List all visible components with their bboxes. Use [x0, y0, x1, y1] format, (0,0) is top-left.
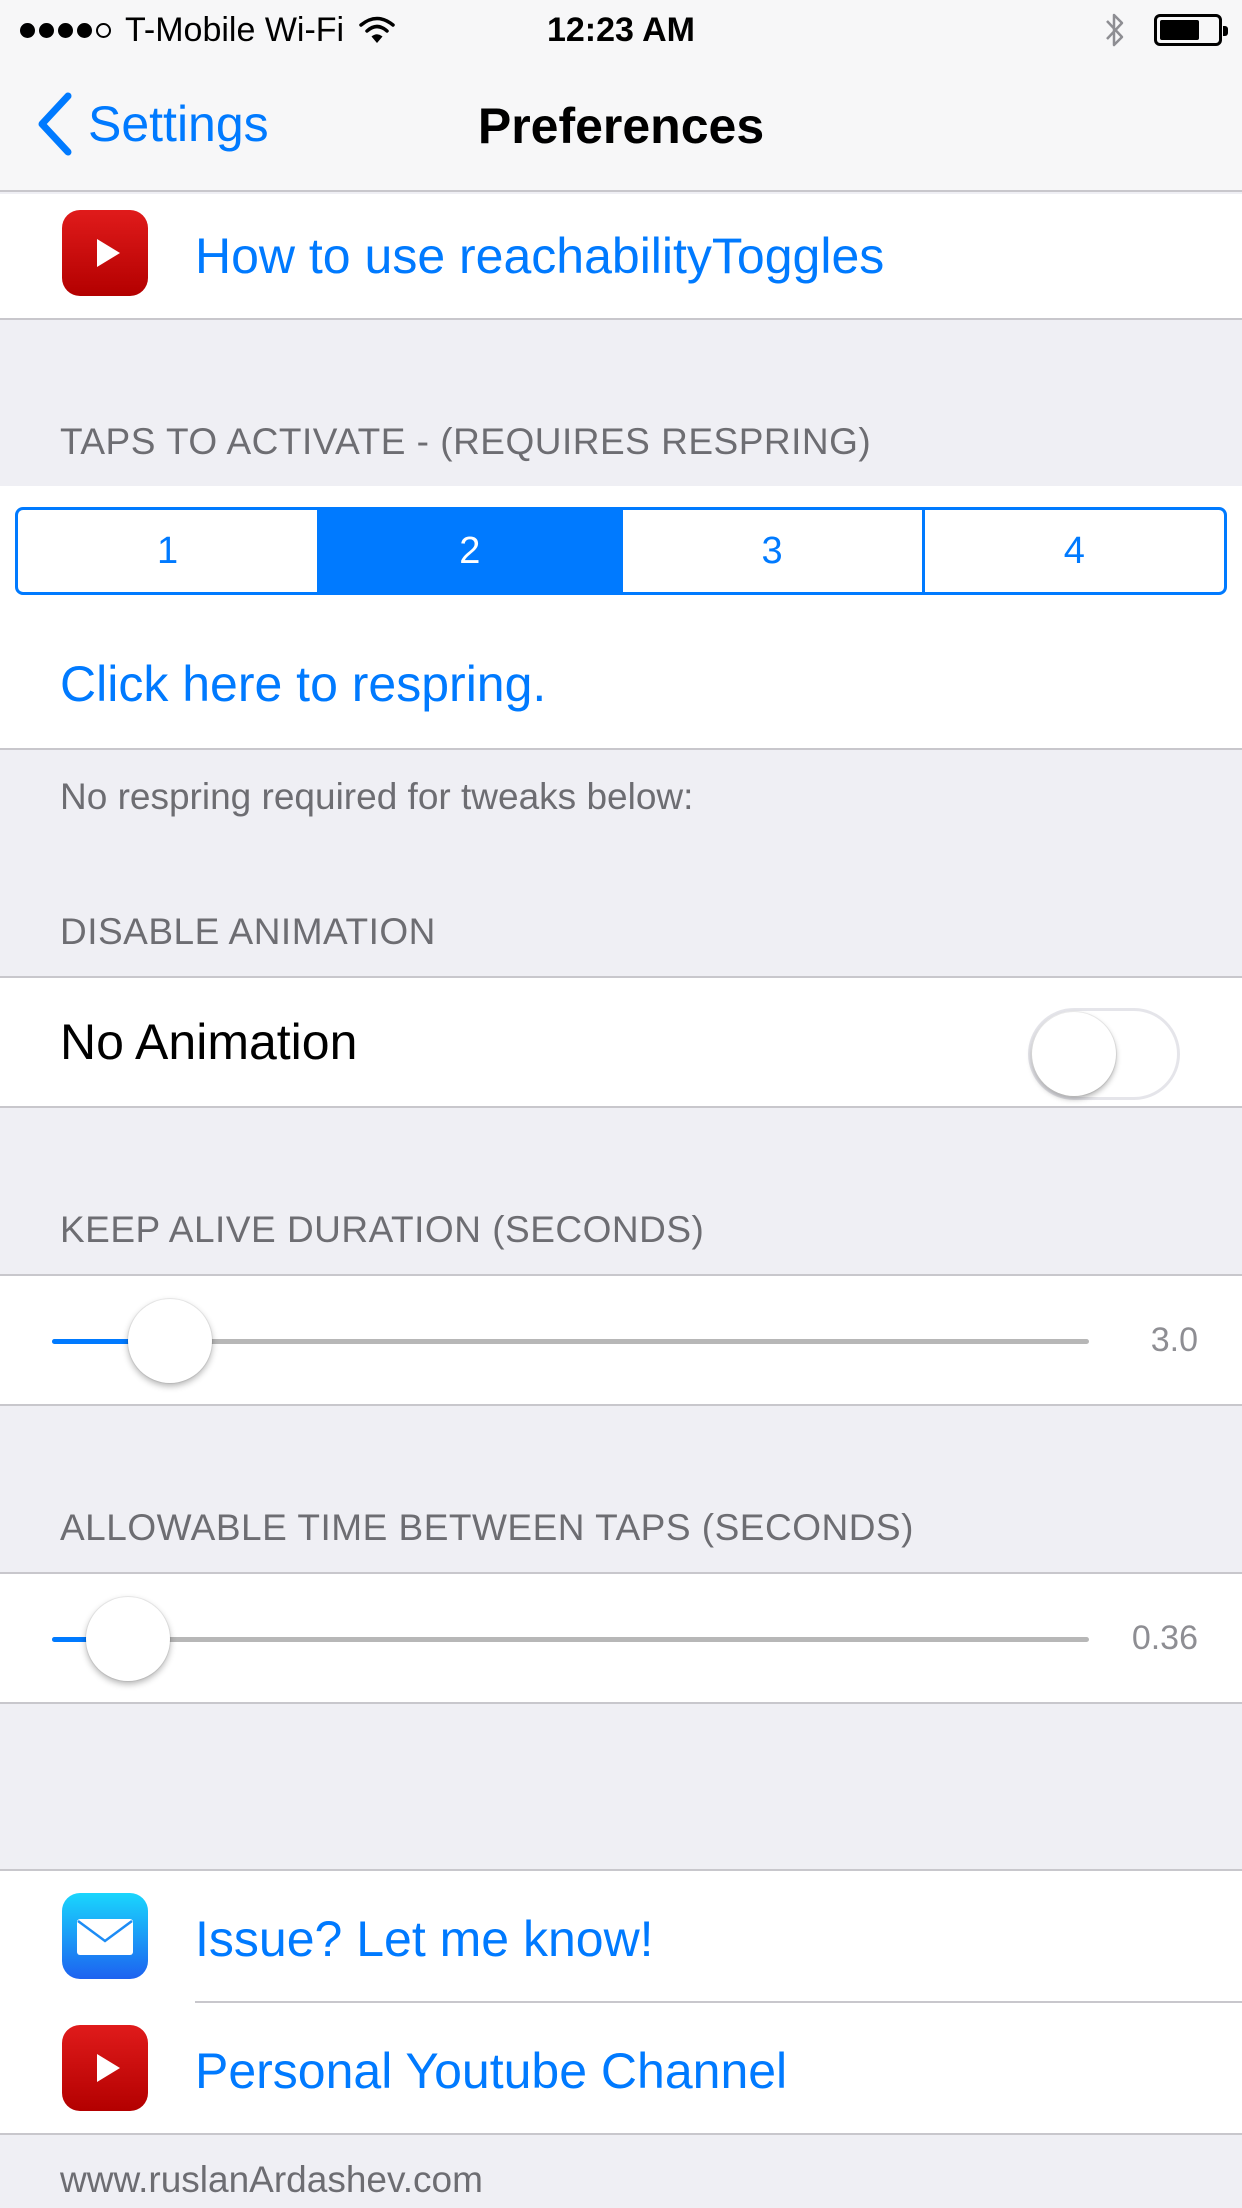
tap-interval-cell: 0.36: [0, 1572, 1242, 1704]
tap-interval-value: 0.36: [1131, 1619, 1198, 1657]
no-animation-label: No Animation: [60, 1014, 358, 1070]
issue-cell[interactable]: Issue? Let me know!: [0, 1871, 1242, 2003]
how-to-use-link: How to use reachabilityToggles: [195, 228, 885, 284]
keep-alive-slider[interactable]: [52, 1298, 1089, 1384]
preferences-screen: T-Mobile Wi-Fi 12:23 AM Settings Prefere…: [0, 0, 1242, 2208]
links-group: Issue? Let me know! Personal Youtube Cha…: [0, 1869, 1242, 2135]
youtube-channel-link: Personal Youtube Channel: [195, 2043, 788, 2099]
page-title: Preferences: [477, 98, 765, 154]
battery-level-fill: [1160, 20, 1200, 40]
navigation-bar: Settings Preferences: [0, 60, 1242, 192]
tap-interval-slider-thumb[interactable]: [86, 1597, 170, 1681]
segment-1[interactable]: 1: [18, 510, 317, 592]
no-animation-toggle[interactable]: [1028, 1008, 1180, 1100]
no-respring-note: No respring required for tweaks below:: [60, 776, 694, 817]
keep-alive-cell: 3.0: [0, 1274, 1242, 1406]
segment-3[interactable]: 3: [619, 510, 922, 592]
youtube-icon: [62, 2025, 148, 2111]
youtube-icon: [62, 210, 148, 296]
animation-section-header: DISABLE ANIMATION: [60, 911, 436, 952]
keep-alive-value: 3.0: [1150, 1321, 1198, 1359]
taps-segmented-control: 1 2 3 4: [15, 507, 1227, 595]
issue-link: Issue? Let me know!: [195, 1911, 654, 1967]
taps-section-header: TAPS TO ACTIVATE - (REQUIRES RESPRING): [60, 421, 872, 462]
website-footer: www.ruslanArdashev.com: [60, 2159, 483, 2200]
keep-alive-section-header: KEEP ALIVE DURATION (SECONDS): [60, 1209, 705, 1250]
no-animation-cell: No Animation: [0, 976, 1242, 1108]
tap-interval-slider[interactable]: [52, 1596, 1089, 1682]
mail-icon: [62, 1893, 148, 1979]
keep-alive-slider-thumb[interactable]: [128, 1299, 212, 1383]
tap-interval-section-header: ALLOWABLE TIME BETWEEN TAPS (SECONDS): [60, 1507, 914, 1548]
bluetooth-icon: [1106, 13, 1124, 47]
how-to-use-cell[interactable]: How to use reachabilityToggles: [0, 194, 1242, 320]
battery-icon: [1154, 14, 1228, 46]
segment-2[interactable]: 2: [317, 510, 620, 592]
youtube-channel-cell[interactable]: Personal Youtube Channel: [0, 2003, 1242, 2135]
toggle-knob: [1032, 1012, 1116, 1096]
status-bar: T-Mobile Wi-Fi 12:23 AM: [0, 0, 1242, 60]
status-time: 12:23 AM: [546, 11, 696, 49]
status-right: [1102, 12, 1228, 48]
respring-link[interactable]: Click here to respring.: [60, 654, 546, 714]
segment-4[interactable]: 4: [921, 510, 1224, 592]
